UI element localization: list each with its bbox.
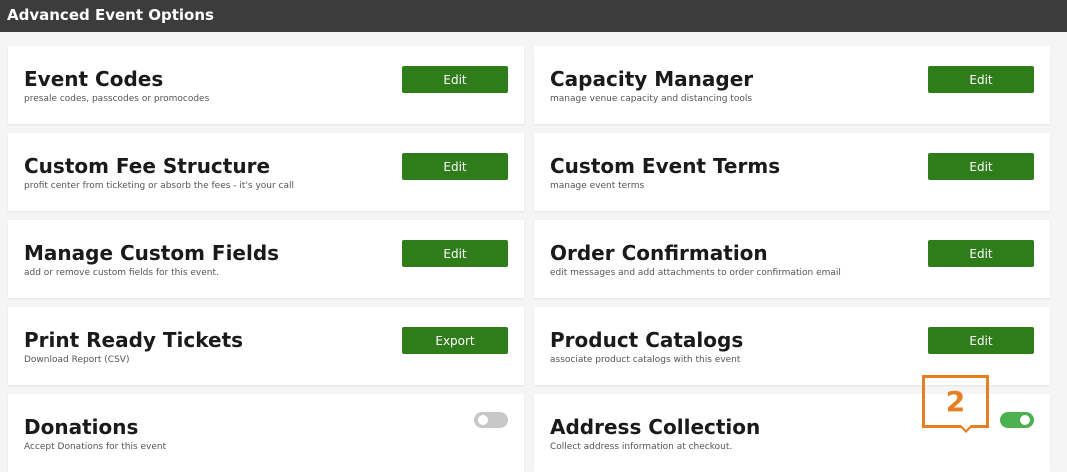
option-card-order-confirmation: Order Confirmation edit messages and add… (534, 220, 1050, 298)
option-card-event-codes: Event Codes presale codes, passcodes or … (8, 46, 524, 124)
option-title: Custom Event Terms (550, 154, 781, 178)
option-card-manage-custom-fields: Manage Custom Fields add or remove custo… (8, 220, 524, 298)
donations-toggle[interactable] (474, 412, 508, 428)
option-subtitle: add or remove custom fields for this eve… (24, 268, 219, 278)
option-card-custom-fee-structure: Custom Fee Structure profit center from … (8, 133, 524, 211)
event-codes-edit-button[interactable]: Edit (402, 66, 508, 93)
product-catalogs-edit-button[interactable]: Edit (928, 327, 1034, 354)
option-subtitle: manage event terms (550, 181, 645, 191)
order-confirmation-edit-button[interactable]: Edit (928, 240, 1034, 267)
print-ready-tickets-export-button[interactable]: Export (402, 327, 508, 354)
section-header: Advanced Event Options (0, 0, 1067, 32)
option-card-print-ready-tickets: Print Ready Tickets Download Report (CSV… (8, 307, 524, 385)
option-title: Custom Fee Structure (24, 154, 271, 178)
option-subtitle: Collect address information at checkout. (550, 442, 733, 452)
option-subtitle: Download Report (CSV) (24, 355, 130, 365)
step-callout: 2 (922, 375, 989, 428)
toggle-knob (1020, 415, 1030, 425)
option-title: Event Codes (24, 67, 164, 91)
option-subtitle: edit messages and add attachments to ord… (550, 268, 841, 278)
option-subtitle: manage venue capacity and distancing too… (550, 94, 753, 104)
capacity-manager-edit-button[interactable]: Edit (928, 66, 1034, 93)
option-card-product-catalogs: Product Catalogs associate product catal… (534, 307, 1050, 385)
custom-event-terms-edit-button[interactable]: Edit (928, 153, 1034, 180)
option-card-capacity-manager: Capacity Manager manage venue capacity a… (534, 46, 1050, 124)
section-title: Advanced Event Options (7, 6, 214, 24)
toggle-knob (478, 415, 488, 425)
option-title: Print Ready Tickets (24, 328, 244, 352)
option-card-donations: Donations Accept Donations for this even… (8, 394, 524, 472)
option-card-custom-event-terms: Custom Event Terms manage event terms Ed… (534, 133, 1050, 211)
custom-fee-structure-edit-button[interactable]: Edit (402, 153, 508, 180)
option-title: Order Confirmation (550, 241, 768, 265)
manage-custom-fields-edit-button[interactable]: Edit (402, 240, 508, 267)
option-title: Address Collection (550, 415, 761, 439)
callout-pointer-inner (961, 425, 971, 430)
option-title: Manage Custom Fields (24, 241, 280, 265)
option-title: Capacity Manager (550, 67, 754, 91)
option-subtitle: profit center from ticketing or absorb t… (24, 181, 295, 191)
option-subtitle: presale codes, passcodes or promocodes (24, 94, 210, 104)
option-subtitle: Accept Donations for this event (24, 442, 167, 452)
option-title: Product Catalogs (550, 328, 744, 352)
address-collection-toggle[interactable] (1000, 412, 1034, 428)
option-title: Donations (24, 415, 139, 439)
step-callout-number: 2 (945, 385, 966, 418)
option-subtitle: associate product catalogs with this eve… (550, 355, 741, 365)
